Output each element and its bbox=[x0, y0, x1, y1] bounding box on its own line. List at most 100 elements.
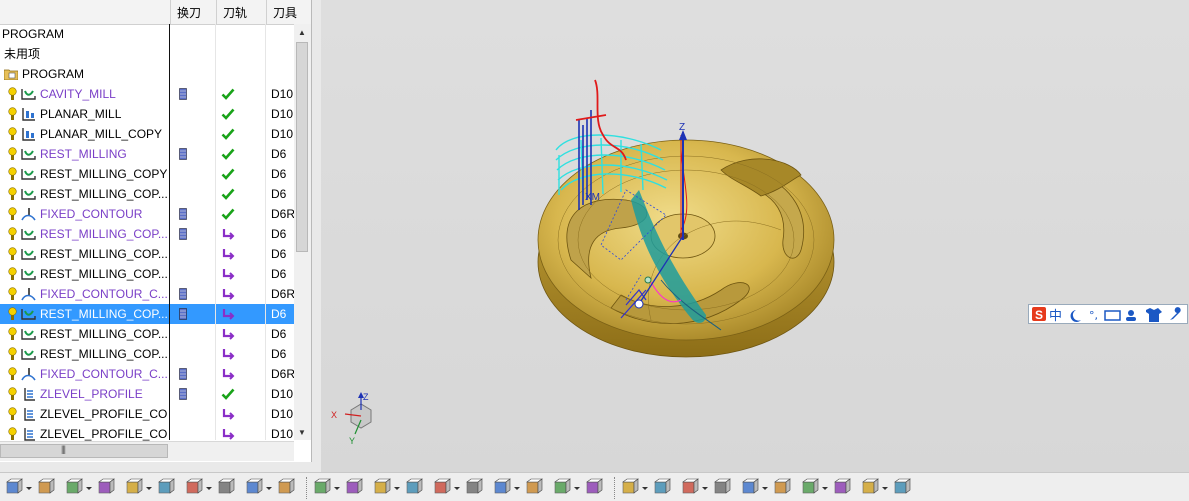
geometry-icon[interactable] bbox=[124, 477, 144, 497]
operation-row[interactable]: REST_MILLING_COP... D6 bbox=[0, 344, 294, 364]
scroll-up-icon[interactable]: ▲ bbox=[298, 28, 306, 37]
box-icon[interactable] bbox=[620, 477, 640, 497]
dropdown-arrow-icon[interactable] bbox=[642, 487, 648, 490]
dropdown-arrow-icon[interactable] bbox=[762, 487, 768, 490]
cavity-mill-icon bbox=[21, 249, 36, 260]
layout-icon[interactable] bbox=[36, 477, 56, 497]
operation-name: ZLEVEL_PROFILE bbox=[40, 387, 143, 401]
operation-navigator: 换刀 刀轨 刀具 PROGRAM 未用项 PROGRAM CAVITY_MILL D10… bbox=[0, 0, 312, 462]
column-toolpath-header[interactable]: 刀轨 bbox=[216, 0, 266, 24]
operation-row[interactable]: REST_MILLING_COP... D6 bbox=[0, 244, 294, 264]
scroll-down-icon[interactable]: ▼ bbox=[298, 428, 306, 437]
group-row[interactable]: 未用项 bbox=[0, 44, 294, 64]
regenerate-path-icon bbox=[222, 369, 235, 380]
simulate-icon[interactable] bbox=[404, 477, 424, 497]
tool-icon[interactable] bbox=[64, 477, 84, 497]
text-icon[interactable] bbox=[276, 477, 296, 497]
operation-row[interactable]: PLANAR_MILL_COPY D10 bbox=[0, 124, 294, 144]
horizontal-scroll-thumb[interactable]: ||| bbox=[0, 444, 168, 458]
cross-icon[interactable] bbox=[832, 477, 852, 497]
operation-row[interactable]: REST_MILLING_COP... D6 bbox=[0, 324, 294, 344]
operation-row[interactable]: FIXED_CONTOUR D6R bbox=[0, 204, 294, 224]
operation-name: REST_MILLING_COP... bbox=[40, 187, 168, 201]
dropdown-arrow-icon[interactable] bbox=[86, 487, 92, 490]
more-icon[interactable] bbox=[312, 477, 332, 497]
link-icon[interactable] bbox=[652, 477, 672, 497]
postprocess-icon[interactable] bbox=[432, 477, 452, 497]
operation-list: PROGRAM 未用项 PROGRAM CAVITY_MILL D10 PLANAR_MI… bbox=[0, 24, 294, 444]
punctuation-icon[interactable]: °, bbox=[1089, 309, 1098, 322]
stack-icon[interactable] bbox=[892, 477, 912, 497]
toolbar-separator bbox=[306, 477, 309, 499]
view-triad[interactable]: Z X Y bbox=[331, 392, 372, 446]
dropdown-arrow-icon[interactable] bbox=[266, 487, 272, 490]
chinese-mode-label[interactable]: 中 bbox=[1049, 309, 1062, 324]
tool-name: D6 bbox=[271, 147, 287, 161]
cube-icon[interactable] bbox=[740, 477, 760, 497]
user-icon[interactable] bbox=[1126, 310, 1136, 321]
verify-icon[interactable] bbox=[344, 477, 364, 497]
horizontal-scrollbar[interactable]: ||| bbox=[0, 441, 294, 461]
ime-toolbar[interactable]: S 中 °, bbox=[1028, 304, 1188, 324]
dropdown-arrow-icon[interactable] bbox=[206, 487, 212, 490]
program-row[interactable]: PROGRAM bbox=[0, 64, 294, 84]
assembly-icon[interactable] bbox=[552, 477, 572, 497]
wrench-icon[interactable] bbox=[1170, 307, 1181, 320]
tool-name: D6 bbox=[271, 227, 287, 241]
vertical-scrollbar[interactable]: ▲ ▼ bbox=[294, 24, 311, 440]
dropdown-arrow-icon[interactable] bbox=[454, 487, 460, 490]
moon-icon[interactable] bbox=[1070, 310, 1081, 322]
column-name-header[interactable] bbox=[0, 0, 170, 24]
dropdown-arrow-icon[interactable] bbox=[394, 487, 400, 490]
route-icon[interactable] bbox=[584, 477, 604, 497]
sogou-s-icon[interactable]: S bbox=[1032, 307, 1046, 322]
graphics-window[interactable]: Z XM Z X Y bbox=[321, 0, 1189, 472]
dropdown-arrow-icon[interactable] bbox=[146, 487, 152, 490]
operation-row[interactable]: REST_MILLING_COP... D6 bbox=[0, 224, 294, 244]
transform-icon[interactable] bbox=[524, 477, 544, 497]
operation-icon[interactable] bbox=[244, 477, 264, 497]
status-bulb-icon bbox=[8, 307, 17, 320]
column-tool-change-header[interactable]: 换刀 bbox=[170, 0, 216, 24]
tree-icon[interactable] bbox=[712, 477, 732, 497]
operation-row[interactable]: REST_MILLING D6 bbox=[0, 144, 294, 164]
operation-row[interactable]: ZLEVEL_PROFILE_CO... D10 bbox=[0, 404, 294, 424]
blank-icon[interactable] bbox=[184, 477, 204, 497]
part-icon[interactable] bbox=[216, 477, 236, 497]
layer-icon[interactable] bbox=[860, 477, 880, 497]
operation-row[interactable]: CAVITY_MILL D10 bbox=[0, 84, 294, 104]
dropdown-arrow-icon[interactable] bbox=[574, 487, 580, 490]
keyboard-icon[interactable] bbox=[1104, 310, 1121, 321]
root-row[interactable]: PROGRAM bbox=[0, 24, 294, 44]
machine-icon[interactable] bbox=[372, 477, 392, 497]
operation-row[interactable]: REST_MILLING_COP... D6 bbox=[0, 264, 294, 284]
part-model-view: Z XM Z X Y bbox=[331, 79, 835, 446]
dropdown-arrow-icon[interactable] bbox=[334, 487, 340, 490]
vertical-scroll-thumb[interactable] bbox=[296, 42, 308, 252]
operation-row[interactable]: FIXED_CONTOUR_C... D6R bbox=[0, 284, 294, 304]
dropdown-arrow-icon[interactable] bbox=[882, 487, 888, 490]
operation-row[interactable]: ZLEVEL_PROFILE D10 bbox=[0, 384, 294, 404]
shop-doc-icon[interactable] bbox=[464, 477, 484, 497]
dropdown-arrow-icon[interactable] bbox=[26, 487, 32, 490]
operation-row[interactable]: REST_MILLING_COP... D6 bbox=[0, 184, 294, 204]
operation-row[interactable]: REST_MILLING_COP... D6 bbox=[0, 304, 294, 324]
path-icon[interactable] bbox=[680, 477, 700, 497]
operation-row[interactable]: REST_MILLING_COPY D6 bbox=[0, 164, 294, 184]
dropdown-arrow-icon[interactable] bbox=[702, 487, 708, 490]
status-bulb-icon bbox=[8, 227, 17, 240]
column-tool-header[interactable]: 刀具 bbox=[266, 0, 311, 24]
paint-icon[interactable] bbox=[772, 477, 792, 497]
method-icon[interactable] bbox=[156, 477, 176, 497]
view-icon[interactable] bbox=[4, 477, 24, 497]
tool-holder-icon[interactable] bbox=[96, 477, 116, 497]
chain-icon[interactable] bbox=[800, 477, 820, 497]
operation-row[interactable]: FIXED_CONTOUR_C... D6R bbox=[0, 364, 294, 384]
dropdown-arrow-icon[interactable] bbox=[822, 487, 828, 490]
tool-change-icon bbox=[179, 88, 187, 100]
mirror-icon[interactable] bbox=[492, 477, 512, 497]
dropdown-arrow-icon[interactable] bbox=[514, 487, 520, 490]
operation-row[interactable]: PLANAR_MILL D10 bbox=[0, 104, 294, 124]
fixed-contour-icon bbox=[21, 288, 36, 301]
shirt-icon[interactable] bbox=[1146, 308, 1162, 322]
